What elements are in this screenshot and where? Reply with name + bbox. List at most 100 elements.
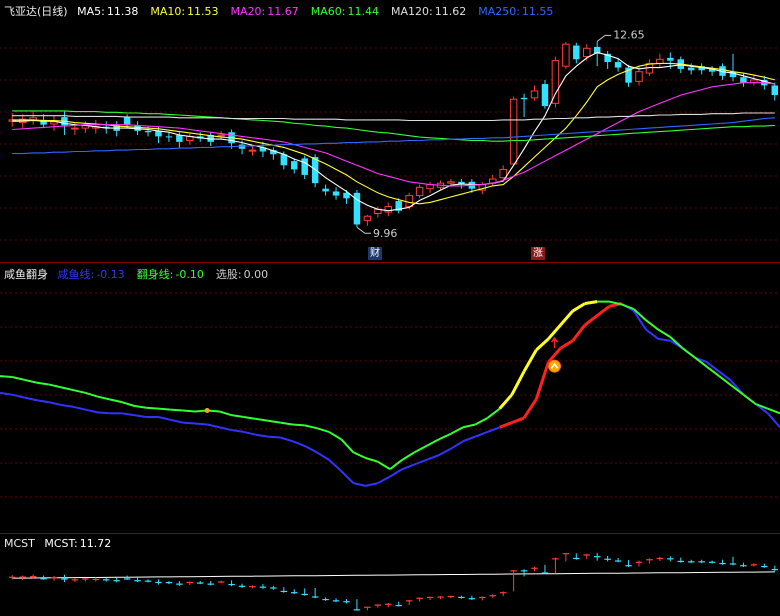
- fanshen-line-segment: [304, 424, 318, 430]
- candle-body: [405, 195, 413, 208]
- legend-label: MA250:: [478, 5, 520, 18]
- candle-body: [551, 60, 560, 104]
- fanshen-line-segment: [742, 393, 757, 405]
- fanshen-line-segment: [559, 309, 574, 326]
- low-marker: [356, 226, 371, 234]
- xianyu-line-segment: [170, 418, 184, 424]
- fanshen-line-segment: [426, 438, 440, 447]
- indicator-panel-xianyu[interactable]: 咸鱼翻身 咸鱼线: -0.13 翻身线: -0.10 选股: 0.00: [0, 263, 780, 533]
- candle-body: [509, 98, 518, 165]
- mcst-legend: MCST MCST: 11.72: [4, 537, 129, 550]
- mcst-legend-items: MCST: 11.72: [44, 537, 123, 550]
- xianyu-line-segment: [24, 396, 37, 402]
- xianyu-indicator-chart: [0, 292, 780, 498]
- xianyu-line-segment: [534, 361, 550, 400]
- badge-rise[interactable]: 涨: [531, 247, 545, 260]
- xianyu-line-segment: [584, 314, 599, 327]
- candle-body: [311, 157, 319, 184]
- candle-body: [322, 188, 329, 192]
- badge-finance[interactable]: 财: [368, 247, 382, 260]
- legend-item: MA250: 11.55: [478, 5, 559, 18]
- candle-body: [667, 57, 674, 61]
- fanshen-line-segment: [121, 401, 135, 407]
- fanshen-line-segment: [706, 365, 720, 377]
- xianyu-line-segment: [340, 470, 355, 484]
- xianyu-legend: 咸鱼翻身 咸鱼线: -0.13 翻身线: -0.10 选股: 0.00: [4, 266, 286, 282]
- fanshen-line-segment: [60, 386, 74, 392]
- xianyu-line-segment: [316, 451, 330, 461]
- candle-body: [530, 90, 539, 99]
- candle-body: [415, 186, 424, 197]
- xianyu-line-segment: [292, 440, 306, 447]
- candle-body: [771, 85, 779, 96]
- candle-body: [656, 58, 664, 64]
- indicator-panel-mcst[interactable]: MCST MCST: 11.72: [0, 534, 780, 616]
- fanshen-line-segment: [158, 407, 171, 411]
- xianyu-line-segment: [219, 426, 232, 432]
- xianyu-line-segment: [511, 416, 525, 425]
- fanshen-line-segment: [267, 419, 281, 424]
- legend-item: MA10: 11.53: [150, 5, 224, 18]
- legend-value: 11.62: [434, 5, 467, 18]
- xianyu-line-segment: [767, 412, 780, 428]
- fanshen-line-segment: [0, 375, 13, 379]
- xianyu-line-segment: [85, 408, 98, 414]
- fanshen-line-segment: [219, 410, 232, 417]
- xianyu-line-segment: [438, 447, 452, 457]
- main-legend: 飞亚达(日线) MA5: 11.38 MA10: 11.53 MA20: 11.67 MA6…: [4, 3, 571, 19]
- legend-item: MA120: 11.62: [391, 5, 472, 18]
- candle-body: [363, 215, 372, 221]
- fanshen-line-segment: [24, 378, 37, 384]
- fanshen-line-segment: [243, 416, 257, 420]
- indicator-title: 咸鱼翻身: [4, 268, 48, 281]
- xianyu-line-segment: [414, 458, 427, 466]
- ma-legend: MA5: 11.38 MA10: 11.53 MA20: 11.67 MA60: 11.44 M…: [77, 5, 565, 18]
- xianyu-line-segment: [231, 429, 244, 433]
- candle-body: [635, 71, 643, 82]
- xianyu-line-segment: [426, 454, 440, 461]
- xianyu-line-segment: [182, 421, 196, 425]
- xianyu-line-segment: [304, 445, 318, 454]
- legend-label: MA10:: [150, 5, 186, 18]
- main-chart-panel[interactable]: 12.65 9.96 飞亚达(日线) MA5: 11.38 MA10: 11.53 MA2…: [0, 0, 780, 262]
- fanshen-line-segment: [365, 457, 379, 463]
- xianyu-line-segment: [522, 398, 538, 419]
- candle-body: [248, 149, 257, 152]
- candle-body: [291, 161, 298, 170]
- fanshen-line-segment: [450, 426, 464, 435]
- xianyu-line-segment: [268, 435, 281, 439]
- candle-body: [50, 121, 58, 125]
- fanshen-line-segment: [657, 328, 671, 338]
- fanshen-line-segment: [718, 375, 732, 387]
- candle-body: [384, 206, 393, 213]
- fanshen-line-segment: [280, 421, 293, 426]
- xianyu-legend-items: 咸鱼线: -0.13 翻身线: -0.10 选股: 0.00: [58, 268, 281, 281]
- fanshen-line-segment: [767, 407, 780, 415]
- fanshen-line-segment: [72, 389, 86, 394]
- legend-value: -0.13: [96, 268, 125, 281]
- xianyu-line-segment: [401, 463, 415, 471]
- xianyu-line-segment: [353, 482, 366, 487]
- candlestick-chart: 12.65 9.96: [0, 28, 780, 241]
- legend-label: MA120:: [390, 5, 433, 18]
- signal-dot: [204, 408, 210, 414]
- fanshen-line-segment: [36, 381, 49, 386]
- low-price-label: 9.96: [373, 227, 398, 240]
- arrow-up-icon: [550, 336, 559, 349]
- mcst-line: [12, 571, 775, 579]
- fanshen-line-segment: [681, 347, 696, 359]
- legend-label: 咸鱼线:: [57, 268, 95, 281]
- fanshen-line-segment: [340, 438, 355, 454]
- fanshen-line-segment: [97, 395, 110, 401]
- xianyu-line-segment: [450, 440, 464, 450]
- high-marker: [596, 34, 612, 42]
- buy-signal-icon: [548, 359, 562, 373]
- xianyu-line-segment: [194, 422, 208, 426]
- fanshen-line-segment: [474, 417, 488, 426]
- legend-item: 选股: 0.00: [216, 268, 274, 281]
- candle-body: [573, 45, 580, 60]
- xianyu-line-segment: [72, 405, 86, 411]
- high-price-label: 12.65: [613, 28, 645, 41]
- fanshen-line-segment: [498, 393, 514, 410]
- fanshen-line-segment: [645, 319, 659, 331]
